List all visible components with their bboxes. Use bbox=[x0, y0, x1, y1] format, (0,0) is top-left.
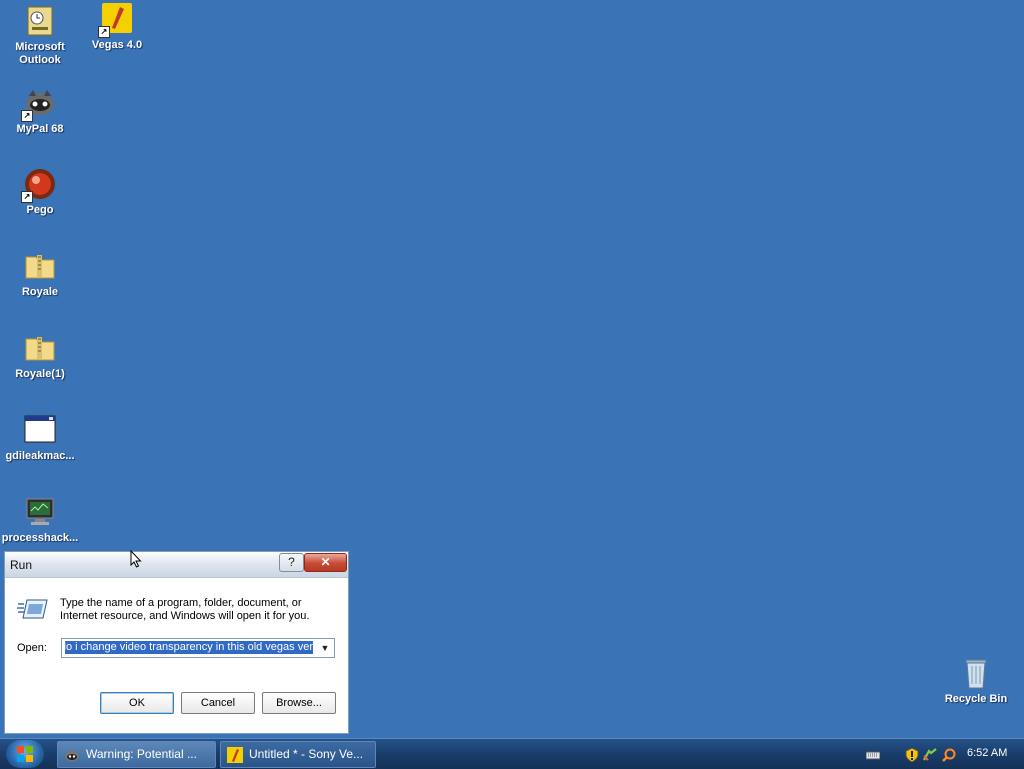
mouse-cursor-icon bbox=[130, 549, 142, 568]
start-button[interactable] bbox=[6, 740, 44, 768]
pego-icon: ↗ bbox=[21, 167, 57, 203]
desktop-icon-royale-1[interactable]: Royale(1) bbox=[0, 331, 80, 381]
run-dialog-body: Type the name of a program, folder, docu… bbox=[5, 578, 348, 733]
ok-button[interactable]: OK bbox=[100, 692, 174, 714]
desktop-icon-processhacker[interactable]: processhack... bbox=[0, 495, 80, 545]
desktop-icon-microsoft-outlook[interactable]: Microsoft Outlook bbox=[0, 4, 80, 67]
desktop-icon-label: Royale bbox=[21, 286, 59, 298]
help-button[interactable]: ? bbox=[279, 553, 304, 572]
windows-logo-icon bbox=[17, 746, 33, 762]
outlook-icon bbox=[23, 4, 57, 38]
desktop-icon-label: processhack... bbox=[1, 532, 79, 544]
browse-button[interactable]: Browse... bbox=[262, 692, 336, 714]
desktop-icon-label: gdileakmac... bbox=[5, 450, 75, 462]
clock[interactable]: 6:52 AM bbox=[967, 747, 1007, 759]
shortcut-arrow-icon: ↗ bbox=[98, 26, 110, 38]
desktop-icon-gdileakmac[interactable]: gdileakmac... bbox=[0, 413, 80, 463]
desktop-icon-vegas[interactable]: ↗ Vegas 4.0 bbox=[77, 2, 157, 52]
taskbar-button-label: Warning: Potential ... bbox=[86, 747, 197, 761]
monitor-app-icon bbox=[23, 495, 57, 529]
network-icon[interactable] bbox=[923, 747, 937, 761]
run-dialog[interactable]: Run ? ✕ Type the name of a program, fold… bbox=[4, 551, 349, 734]
run-dialog-titlebar[interactable]: Run ? ✕ bbox=[5, 552, 348, 578]
window-app-icon bbox=[23, 413, 57, 447]
run-description: Type the name of a program, folder, docu… bbox=[60, 597, 310, 622]
open-combobox[interactable]: how do i change video transparency in th… bbox=[61, 638, 335, 658]
taskbar-button-label: Untitled * - Sony Ve... bbox=[249, 747, 364, 761]
taskbar-button-vegas[interactable]: Untitled * - Sony Ve... bbox=[220, 741, 376, 768]
dropdown-arrow-icon[interactable]: ▼ bbox=[318, 641, 332, 655]
desktop-icon-recycle-bin[interactable]: Recycle Bin bbox=[938, 656, 1014, 706]
desktop-icon-label: Royale(1) bbox=[15, 368, 65, 380]
warning-app-icon bbox=[65, 750, 79, 762]
mypal-icon: ↗ bbox=[21, 86, 57, 122]
open-label: Open: bbox=[17, 642, 47, 654]
close-button[interactable]: ✕ bbox=[304, 553, 347, 572]
shortcut-arrow-icon: ↗ bbox=[21, 110, 33, 122]
desktop-icon-pego[interactable]: ↗ Pego bbox=[0, 167, 80, 217]
recycle-bin-icon bbox=[959, 656, 993, 690]
taskbar: Warning: Potential ... Untitled * - Sony… bbox=[0, 738, 1024, 769]
desktop-icon-label: Recycle Bin bbox=[944, 693, 1008, 705]
dialog-title: Run bbox=[10, 558, 33, 572]
shield-icon[interactable] bbox=[905, 747, 919, 763]
zip-folder-icon bbox=[23, 249, 57, 283]
zip-folder-icon bbox=[23, 331, 57, 365]
shortcut-arrow-icon: ↗ bbox=[21, 191, 33, 203]
open-input[interactable]: how do i change video transparency in th… bbox=[65, 641, 313, 654]
cancel-button[interactable]: Cancel bbox=[181, 692, 255, 714]
desktop-icon-royale[interactable]: Royale bbox=[0, 249, 80, 299]
desktop-icon-mypal[interactable]: ↗ MyPal 68 bbox=[0, 86, 80, 136]
desktop-icon-label: Vegas 4.0 bbox=[91, 39, 143, 51]
vegas-icon bbox=[227, 747, 243, 763]
desktop-icon-label: MyPal 68 bbox=[16, 123, 64, 135]
desktop-icon-label: Microsoft Outlook bbox=[15, 41, 65, 66]
search-icon[interactable] bbox=[942, 747, 956, 762]
taskbar-button-warning[interactable]: Warning: Potential ... bbox=[57, 741, 216, 768]
run-icon bbox=[17, 596, 49, 622]
keyboard-icon[interactable] bbox=[865, 747, 881, 761]
vegas-icon: ↗ bbox=[98, 2, 134, 38]
desktop-icon-label: Pego bbox=[26, 204, 54, 216]
